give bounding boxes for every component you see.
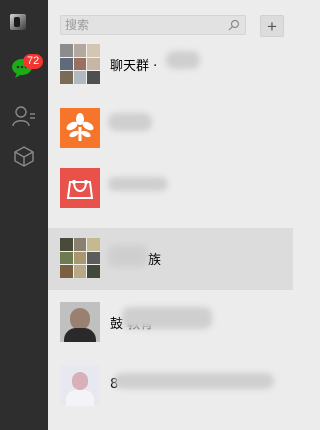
chat-name: 聊天群 ·	[110, 59, 158, 74]
tree-icon	[66, 113, 94, 141]
search-input[interactable]	[65, 17, 225, 33]
chat-item-selected[interactable]: 族	[48, 228, 293, 290]
chat-item[interactable]: 聊天群 ·	[48, 34, 293, 96]
chat-item[interactable]: 8	[48, 356, 293, 418]
nav-chats-button[interactable]	[0, 48, 48, 88]
contact-avatar	[60, 366, 100, 406]
nav-favorites-button[interactable]	[0, 136, 48, 176]
chat-name: 族	[148, 253, 162, 268]
contacts-icon	[12, 106, 35, 127]
group-avatar	[60, 44, 100, 84]
tree-logo-avatar	[60, 108, 100, 148]
search-field[interactable]	[60, 15, 246, 35]
nav-rail: 72	[0, 0, 48, 430]
nav-contacts-button[interactable]	[0, 96, 48, 136]
contact-avatar	[60, 302, 100, 342]
chat-item[interactable]: 鼓 教育	[48, 292, 293, 354]
chat-item[interactable]	[48, 98, 293, 160]
wechat-window: 72 搜索 + 聊天群 · 族 鼓	[0, 0, 293, 430]
user-avatar[interactable]	[10, 14, 26, 30]
red-logo-avatar	[60, 168, 100, 208]
plus-icon: +	[267, 16, 277, 36]
chat-list-panel: + 聊天群 ·	[48, 0, 293, 430]
cube-icon	[14, 146, 34, 167]
unread-badge: 72	[23, 54, 44, 69]
group-avatar	[60, 238, 100, 278]
chat-item[interactable]	[48, 158, 293, 220]
basket-icon	[66, 180, 94, 199]
search-icon	[228, 19, 240, 31]
